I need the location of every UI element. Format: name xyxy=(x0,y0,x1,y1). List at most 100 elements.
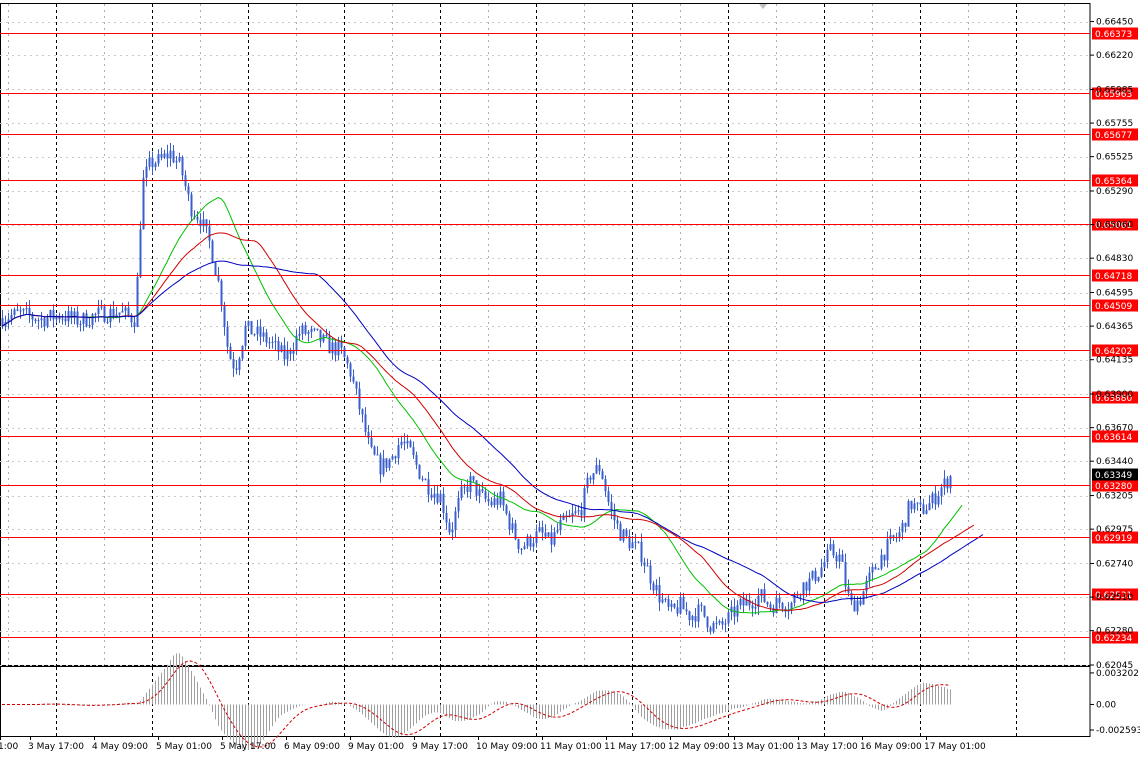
candle-body xyxy=(61,318,64,320)
price-tick-label: 0.62740 xyxy=(1096,559,1133,569)
price-tick-label: 0.62280 xyxy=(1096,627,1133,637)
candle-body xyxy=(712,622,715,632)
candle-body xyxy=(382,458,385,475)
candle-body xyxy=(232,359,235,369)
candle-body xyxy=(676,607,679,614)
candle-body xyxy=(409,440,412,448)
level-price-label: 0.65677 xyxy=(1095,131,1132,141)
candle-body xyxy=(253,334,256,336)
price-tick-label: 0.63900 xyxy=(1096,390,1133,400)
level-price-label: 0.64718 xyxy=(1095,272,1132,282)
candle-body xyxy=(250,321,253,335)
candle-body xyxy=(670,603,673,607)
candle-body xyxy=(214,262,217,276)
candle-body xyxy=(424,479,427,481)
candle-body xyxy=(919,502,922,505)
time-tick-label: 13 May 17:00 xyxy=(796,742,858,752)
candle-body xyxy=(13,309,16,315)
candle-body xyxy=(949,476,952,489)
candle-body xyxy=(832,544,835,556)
candle-body xyxy=(706,616,709,628)
candle-body xyxy=(325,334,328,337)
candle-body xyxy=(151,157,154,168)
candle-body xyxy=(922,504,925,514)
candle-body xyxy=(763,589,766,603)
candle-body xyxy=(139,229,142,277)
last-price-label: 0.63349 xyxy=(1095,471,1132,481)
price-tick-label: 0.62975 xyxy=(1096,525,1133,535)
time-tick-label: 6 May 09:00 xyxy=(284,742,340,752)
price-chart[interactable]: 0.663730.659630.656770.653640.650610.647… xyxy=(0,0,1140,759)
time-tick-label: 12 May 09:00 xyxy=(668,742,730,752)
candle-body xyxy=(421,478,424,480)
level-price-label: 0.65364 xyxy=(1095,177,1132,187)
candle-body xyxy=(133,322,136,327)
candle-body xyxy=(43,318,46,327)
candle-body xyxy=(532,543,535,547)
candle-body xyxy=(517,539,520,550)
candle-body xyxy=(898,532,901,538)
candle-body xyxy=(451,529,454,533)
candle-body xyxy=(172,150,175,163)
candle-body xyxy=(376,454,379,456)
price-tick-label: 0.63440 xyxy=(1096,457,1133,467)
price-tick-label: 0.63205 xyxy=(1096,492,1133,502)
candle-body xyxy=(25,308,28,310)
time-tick-label: 10 May 09:00 xyxy=(476,742,538,752)
candle-body xyxy=(778,597,781,603)
price-tick-label: 0.65525 xyxy=(1096,153,1133,163)
candle-body xyxy=(211,240,214,263)
candle-body xyxy=(448,522,451,533)
candle-body xyxy=(304,325,307,334)
candle-body xyxy=(313,328,316,330)
price-tick-label: 0.62510 xyxy=(1096,593,1133,603)
candle-body xyxy=(337,341,340,356)
candle-body xyxy=(154,163,157,168)
candle-body xyxy=(262,332,265,337)
candle-body xyxy=(298,333,301,336)
candle-body xyxy=(157,154,160,164)
candle-body xyxy=(160,154,163,158)
candle-body xyxy=(682,597,685,610)
candle-body xyxy=(469,476,472,492)
candle-body xyxy=(574,511,577,514)
candle-body xyxy=(301,325,304,334)
candle-body xyxy=(745,599,748,606)
level-price-label: 0.62919 xyxy=(1095,534,1132,544)
candle-body xyxy=(625,529,628,537)
chart-window[interactable]: 0.66373 0.65963 0.65677 0.65364 0.65061 0.647… xyxy=(0,0,1140,759)
candle-body xyxy=(208,226,211,241)
time-tick-label: 9 May 17:00 xyxy=(412,742,468,752)
candle-body xyxy=(904,522,907,527)
candle-body xyxy=(496,498,499,505)
candle-body xyxy=(856,600,859,612)
candle-body xyxy=(802,582,805,596)
candle-body xyxy=(946,478,949,489)
candle-body xyxy=(67,311,70,322)
candle-body xyxy=(259,326,262,337)
candle-body xyxy=(472,476,475,481)
candle-body xyxy=(715,622,718,624)
candle-body xyxy=(592,473,595,480)
candle-body xyxy=(637,541,640,543)
candle-body xyxy=(142,177,145,230)
candle-body xyxy=(460,486,463,498)
candle-body xyxy=(937,496,940,505)
candle-body xyxy=(481,489,484,492)
candle-body xyxy=(454,511,457,530)
candle-body xyxy=(880,554,883,569)
candle-body xyxy=(874,566,877,570)
candle-body xyxy=(646,565,649,567)
candle-body xyxy=(394,456,397,459)
candle-body xyxy=(112,308,115,318)
time-tick-label: 3 May 17:00 xyxy=(28,742,84,752)
candle-body xyxy=(700,604,703,606)
candle-body xyxy=(331,342,334,354)
candle-body xyxy=(877,568,880,570)
candle-body xyxy=(244,325,247,346)
candle-body xyxy=(163,153,166,158)
candle-body xyxy=(391,456,394,460)
candle-body xyxy=(97,307,100,314)
time-tick-label: 5 May 17:00 xyxy=(220,742,276,752)
candle-body xyxy=(79,323,82,325)
